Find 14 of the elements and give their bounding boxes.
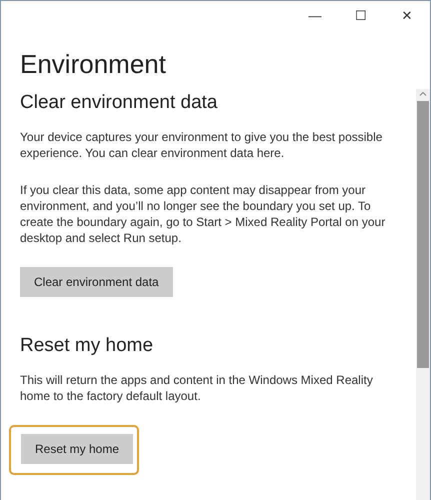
scrollbar[interactable] — [416, 89, 430, 500]
section-heading: Reset my home — [20, 334, 154, 358]
action-button[interactable]: Reset my home — [21, 434, 134, 464]
description-text: This will return the apps and content in the Windows Mixed Reality home to the factory default layout. — [20, 372, 374, 404]
maximize-button[interactable]: ☐ — [338, 1, 384, 31]
description-text: Your device captures your environment to give you the best possible experience. You can clear environment data here. — [20, 128, 384, 161]
close-button[interactable]: ✕ — [384, 1, 430, 31]
section-heading: Clear environment data — [20, 92, 218, 115]
description-text: If you clear this data, some app content may disappear from your environment, and you’ll no longer see the boundary you set up. To create the boundary again, go to Start > Mixed Reality Portal on your desktop and select Run setup. — [20, 182, 386, 246]
scroll-up-icon[interactable] — [419, 90, 427, 98]
page-title: Environment — [20, 49, 167, 80]
scroll-thumb[interactable] — [417, 101, 429, 368]
action-button[interactable]: Clear environment data — [20, 266, 173, 297]
minimize-button[interactable]: — — [292, 1, 338, 31]
